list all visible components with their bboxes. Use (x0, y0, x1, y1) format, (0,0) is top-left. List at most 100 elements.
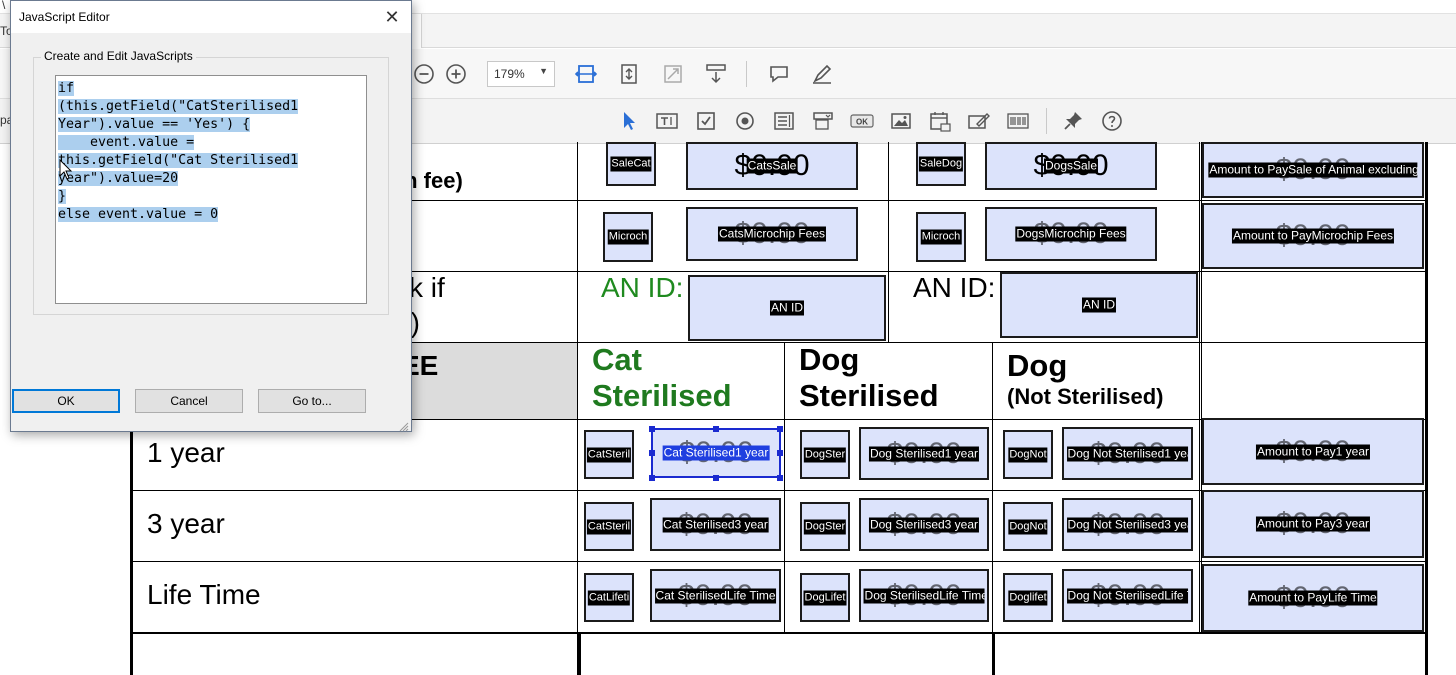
date-field-icon[interactable] (927, 108, 953, 134)
dog-sterilised-header-line-2: Sterilised (799, 377, 939, 413)
form-field-dog-lifetime-not[interactable]: Doglifet (1003, 573, 1053, 622)
barcode-icon[interactable] (1005, 108, 1031, 134)
one-year-label: 1 year (147, 437, 225, 468)
code-line: else event.value = 0 (58, 207, 219, 222)
help-icon[interactable] (1099, 108, 1125, 134)
resize-grip-icon[interactable] (399, 419, 409, 432)
form-field-cat-sterilised-3-year[interactable]: $0.00 Cat Sterilised3 year (650, 498, 781, 551)
comment-icon[interactable] (766, 61, 792, 87)
form-field-pay-microchip[interactable]: $0.00 Amount to PayMicrochip Fees (1202, 203, 1424, 269)
code-line: (this.getField("CatSterilised1 (58, 99, 299, 114)
radio-button-icon[interactable] (732, 108, 758, 134)
form-field-pay-1-year[interactable]: $0.00 Amount to Pay1 year (1202, 418, 1424, 485)
form-field-cat-lifetime[interactable]: CatLifeti (584, 573, 634, 622)
form-field-sale-cat[interactable]: SaleCat (606, 142, 656, 186)
dog-not-sterilised-header-line-2: (Not Sterilised) (1007, 383, 1164, 409)
form-field-sale-dog[interactable]: SaleDog (916, 142, 966, 186)
column-divider (888, 142, 889, 342)
form-field-dog-not-1[interactable]: DogNot (1003, 430, 1053, 479)
list-box-icon[interactable] (771, 108, 797, 134)
row-divider (133, 561, 1425, 562)
dropdown-icon[interactable] (810, 108, 836, 134)
left-edge-top-text: \ (2, 0, 6, 12)
resize-handle[interactable] (777, 450, 783, 456)
ok-button-tool-icon[interactable]: OK (849, 108, 875, 134)
go-to-button[interactable]: Go to... (258, 389, 366, 413)
dialog-title: JavaScript Editor (19, 10, 110, 24)
resize-handle[interactable] (777, 426, 783, 432)
zoom-out-icon[interactable] (411, 61, 437, 87)
column-divider (784, 342, 785, 634)
ok-button[interactable]: OK (12, 389, 120, 413)
text-field-icon[interactable] (654, 108, 680, 134)
dog-sterilised-header: Dog Sterilised (799, 342, 939, 413)
form-field-dog-sterilised-life-time[interactable]: $0.00 Dog SterilisedLife Time (859, 569, 989, 622)
form-field-dog-not-3[interactable]: DogNot (1003, 502, 1053, 551)
form-field-dogs-microchip[interactable]: $0.00 DogsMicrochip Fees (985, 207, 1157, 261)
toolbar-separator (746, 61, 747, 87)
select-arrow-icon[interactable] (616, 108, 642, 134)
cancel-button[interactable]: Cancel (135, 389, 243, 413)
form-field-pay-life-time[interactable]: $0.00 Amount to PayLife Time (1202, 564, 1424, 632)
resize-handle[interactable] (649, 475, 655, 481)
fit-width-icon[interactable] (573, 61, 599, 87)
form-field-dog-lifetime[interactable]: DogLifet (800, 573, 850, 622)
code-line: } (58, 189, 67, 204)
form-field-cat-steril-1[interactable]: CatSteril (584, 430, 634, 479)
fit-page-icon[interactable] (616, 61, 642, 87)
resize-handle[interactable] (713, 475, 719, 481)
form-field-dog-ster-1[interactable]: DogSter (800, 430, 850, 479)
resize-handle[interactable] (649, 450, 655, 456)
form-field-dog-not-sterilised-life-time[interactable]: $0.00 Dog Not SterilisedLife T (1062, 569, 1193, 622)
checkbox-icon[interactable] (693, 108, 719, 134)
three-year-label: 3 year (147, 508, 225, 539)
cat-sterilised-header-line-2: Sterilised (592, 377, 732, 413)
life-time-label: Life Time (147, 579, 261, 610)
highlight-pen-icon[interactable] (809, 61, 835, 87)
form-field-cat-sterilised-life-time[interactable]: $0.00 Cat SterilisedLife Time (650, 569, 781, 622)
form-field-dog-sterilised-3-year[interactable]: $0.00 Dog Sterilised3 year (859, 498, 989, 551)
zoom-level-select[interactable]: 179% ▼ (487, 61, 555, 87)
form-field-an-id-dog[interactable]: AN ID (1000, 272, 1198, 338)
form-field-an-id-cat[interactable]: AN ID (688, 275, 886, 341)
an-id-label-cat: AN ID: (601, 272, 684, 303)
code-line: this.getField("Cat Sterilised1 (58, 153, 299, 168)
form-field-cat-steril-3[interactable]: CatSteril (584, 502, 634, 551)
pin-icon[interactable] (1060, 108, 1086, 134)
scroll-mode-icon[interactable] (703, 61, 729, 87)
acrobat-window: \ To 179% ▼ pa OK ation fee) ck if EE 1 … (0, 0, 1456, 675)
form-field-dog-not-sterilised-1-year[interactable]: $0.00 Dog Not Sterilised1 year (1062, 427, 1193, 480)
dog-not-sterilised-header-line-1: Dog (1007, 348, 1068, 383)
form-field-cat-sterilised-1-year[interactable]: $0.00 Cat Sterilised1 year (651, 428, 781, 478)
zoom-in-icon[interactable] (443, 61, 469, 87)
form-field-dog-ster-3[interactable]: DogSter (800, 502, 850, 551)
signature-field-icon[interactable] (966, 108, 992, 134)
resize-handle[interactable] (649, 426, 655, 432)
chevron-down-icon: ▼ (539, 66, 548, 76)
svg-text:OK: OK (856, 118, 868, 127)
resize-handle[interactable] (777, 475, 783, 481)
form-field-microchip-cat-check[interactable]: Microch (603, 212, 653, 262)
form-field-cats-sale[interactable]: $0.00 CatsSale (686, 142, 858, 190)
column-divider (992, 342, 993, 634)
form-field-pay-sale[interactable]: $0.00 Amount to PaySale of Animal exclud… (1202, 142, 1424, 198)
form-field-dogs-sale[interactable]: $0.00 DogsSale (985, 142, 1157, 190)
code-line: Year").value == 'Yes') { (58, 117, 251, 132)
form-field-dog-sterilised-1-year[interactable]: $0.00 Dog Sterilised1 year (859, 427, 989, 480)
image-icon[interactable] (888, 108, 914, 134)
form-field-pay-3-year[interactable]: $0.00 Amount to Pay3 year (1202, 490, 1424, 558)
dialog-titlebar[interactable]: JavaScript Editor ✕ (11, 1, 411, 33)
form-field-microchip-dog-check[interactable]: Microch (916, 212, 966, 262)
dog-sterilised-header-line-1: Dog (799, 342, 860, 377)
resize-handle[interactable] (713, 426, 719, 432)
toolbar-separator (1046, 108, 1047, 134)
javascript-code-editor[interactable]: if (this.getField("CatSterilised1 Year")… (55, 75, 367, 304)
mouse-cursor-icon (59, 158, 73, 186)
form-field-cats-microchip[interactable]: $0.00 CatsMicrochip Fees (686, 207, 858, 261)
close-icon[interactable]: ✕ (381, 6, 403, 28)
form-field-dog-not-sterilised-3-year[interactable]: $0.00 Dog Not Sterilised3 year (1062, 498, 1193, 551)
an-id-label-dog: AN ID: (913, 272, 996, 303)
dog-not-sterilised-header: Dog (Not Sterilised) (1007, 348, 1163, 409)
code-line: event.value = (58, 135, 195, 150)
full-screen-icon[interactable] (660, 61, 686, 87)
